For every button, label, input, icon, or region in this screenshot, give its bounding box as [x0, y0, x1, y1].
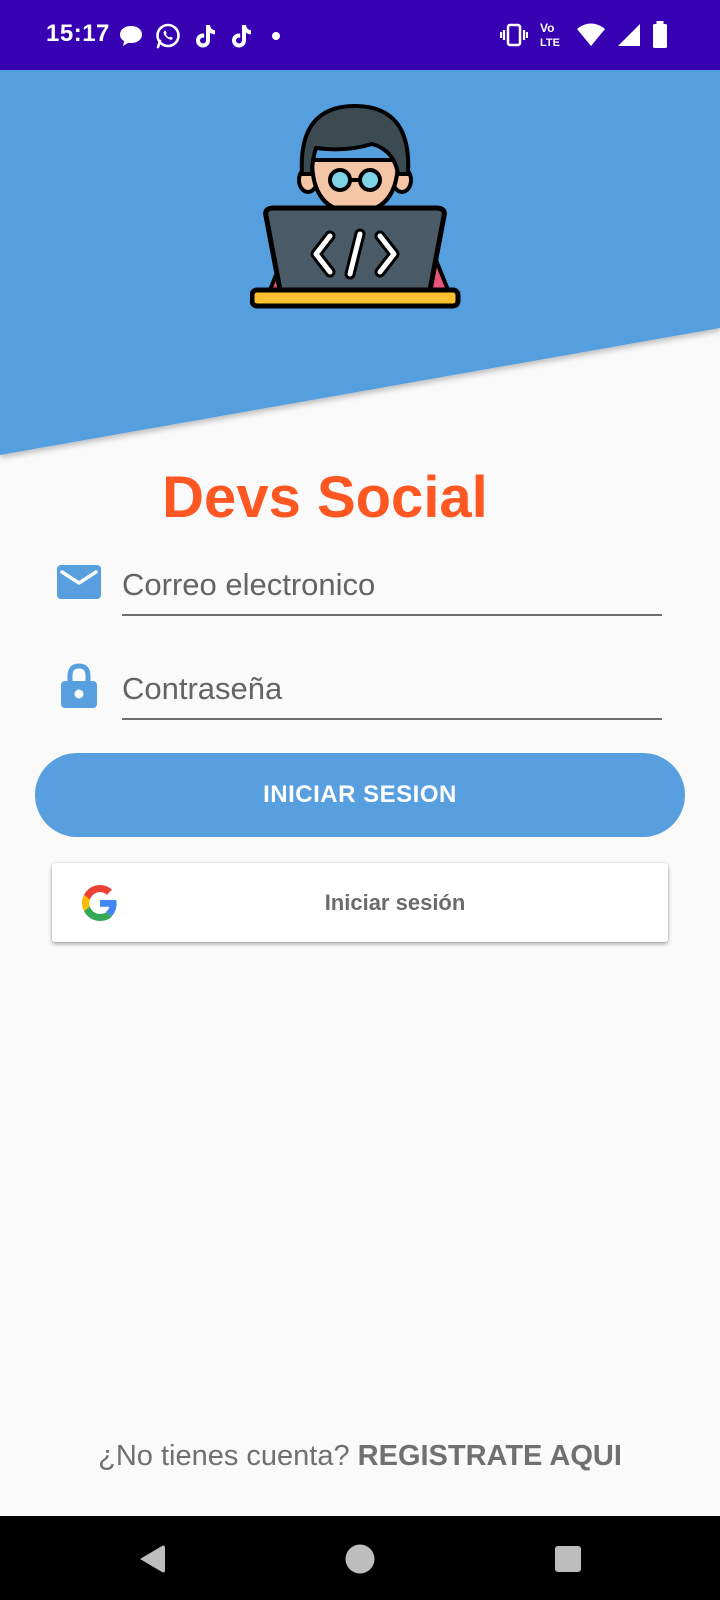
signal-icon	[616, 22, 642, 48]
dot-icon	[264, 24, 288, 48]
back-icon[interactable]	[132, 1539, 172, 1579]
navigation-bar	[0, 1516, 720, 1600]
register-link[interactable]: REGISTRATE AQUI	[358, 1440, 622, 1472]
battery-icon	[652, 21, 668, 49]
volte-icon: Vo LTE	[538, 20, 566, 50]
notification-icons	[118, 20, 288, 52]
status-bar: 15:17 Vo LTE	[0, 0, 720, 70]
login-button[interactable]: INICIAR SESION	[35, 753, 685, 837]
chat-bubble-icon	[118, 24, 144, 48]
password-field-row	[56, 652, 662, 722]
email-input[interactable]	[122, 548, 662, 616]
system-icons: Vo LTE	[500, 18, 668, 52]
vibrate-icon	[500, 22, 528, 48]
home-icon[interactable]	[340, 1539, 380, 1579]
recents-icon[interactable]	[548, 1539, 588, 1579]
volte-top-text: Vo	[540, 21, 554, 35]
lock-icon	[56, 662, 102, 708]
status-time: 15:17	[46, 20, 110, 47]
password-input[interactable]	[122, 652, 662, 720]
wifi-icon	[576, 22, 606, 48]
tiktok-icon	[228, 22, 254, 50]
tiktok-icon	[192, 22, 218, 50]
google-icon	[82, 885, 118, 921]
mail-icon	[56, 558, 102, 604]
email-field-row	[56, 548, 662, 618]
google-signin-label: Iniciar sesión	[324, 890, 466, 915]
app-title: Devs Social	[162, 465, 488, 530]
volte-bottom-text: LTE	[540, 37, 560, 49]
register-row: ¿No tienes cuenta? REGISTRATE AQUI	[0, 1440, 720, 1473]
developer-laptop-illustration	[250, 104, 461, 309]
whatsapp-icon	[154, 22, 182, 50]
register-prompt: ¿No tienes cuenta?	[98, 1440, 350, 1472]
google-signin-button[interactable]: Iniciar sesión	[52, 863, 668, 942]
